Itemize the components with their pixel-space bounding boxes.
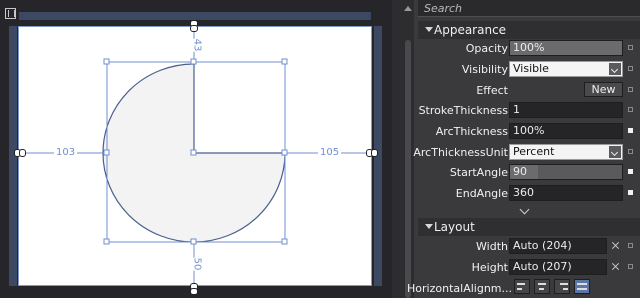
margin-right-label: 105 — [318, 147, 342, 158]
margin-bottom-link-icon[interactable] — [190, 283, 198, 295]
width-input[interactable]: Auto (204) — [509, 238, 607, 254]
margin-left-label: 103 — [54, 147, 78, 158]
margin-bottom-label: 50 — [191, 257, 203, 271]
end-angle-label: EndAngle — [455, 187, 508, 200]
width-label: Width — [476, 240, 508, 253]
opacity-label: Opacity — [465, 42, 508, 55]
appearance-section-header[interactable]: Appearance — [418, 21, 640, 39]
margin-top-label: 43 — [191, 38, 203, 52]
end-angle-advanced-marker[interactable] — [628, 190, 633, 195]
horizontal-alignment-label: HorizontalAlignm... — [407, 282, 512, 295]
width-advanced-marker[interactable] — [628, 243, 633, 248]
effect-advanced-marker[interactable] — [628, 87, 633, 92]
vertical-scrollbar-thumb[interactable] — [405, 40, 411, 298]
search-input[interactable]: Search — [418, 0, 640, 17]
stroke-thickness-label: StrokeThickness — [418, 104, 508, 117]
height-input[interactable]: Auto (207) — [509, 259, 607, 275]
set-auto-height-icon[interactable] — [611, 262, 620, 271]
dropdown-arrow-icon — [609, 146, 621, 158]
start-angle-field[interactable]: 90 — [509, 164, 623, 180]
arc-thickness-label: ArcThickness — [435, 125, 508, 138]
align-stretch-button[interactable] — [574, 279, 590, 294]
expand-triangle-icon — [425, 27, 433, 32]
layout-title: Layout — [434, 220, 475, 234]
arc-thickness-unit-advanced-marker[interactable] — [628, 149, 633, 154]
align-right-button[interactable] — [554, 279, 570, 294]
design-surface: 43 103 105 50 — [0, 0, 392, 298]
align-left-button[interactable] — [514, 279, 530, 294]
visibility-advanced-marker[interactable] — [628, 66, 633, 71]
end-angle-input[interactable]: 360 — [509, 185, 623, 201]
search-placeholder: Search — [424, 2, 463, 15]
stroke-thickness-advanced-marker[interactable] — [628, 107, 633, 112]
arc-thickness-unit-label: ArcThicknessUnit — [413, 146, 508, 159]
effect-label: Effect — [476, 84, 508, 97]
stroke-thickness-input[interactable]: 1 — [509, 102, 623, 118]
dropdown-arrow-icon — [609, 63, 621, 75]
arc-thickness-unit-select[interactable]: Percent — [509, 144, 623, 160]
appearance-title: Appearance — [434, 23, 507, 37]
arc-thickness-input[interactable]: 100% — [509, 123, 623, 139]
scroll-up-arrow-icon[interactable] — [404, 6, 412, 11]
start-angle-label: StartAngle — [449, 166, 508, 179]
opacity-advanced-marker[interactable] — [628, 45, 633, 50]
align-center-button[interactable] — [534, 279, 550, 294]
effect-new-button[interactable]: New — [584, 82, 623, 97]
opacity-field[interactable]: 100% — [509, 40, 623, 56]
margin-right-link-icon[interactable] — [366, 149, 378, 157]
height-advanced-marker[interactable] — [628, 264, 633, 269]
height-label: Height — [471, 261, 508, 274]
margin-top-link-icon[interactable] — [190, 20, 198, 32]
set-auto-width-icon[interactable] — [611, 241, 620, 250]
visibility-select[interactable]: Visible — [509, 61, 623, 77]
expand-triangle-icon — [425, 224, 433, 229]
visibility-label: Visibility — [461, 63, 508, 76]
arc-thickness-advanced-marker[interactable] — [628, 128, 633, 133]
margin-left-link-icon[interactable] — [14, 149, 26, 157]
start-angle-advanced-marker[interactable] — [628, 169, 633, 174]
layout-section-header[interactable]: Layout — [418, 218, 640, 236]
